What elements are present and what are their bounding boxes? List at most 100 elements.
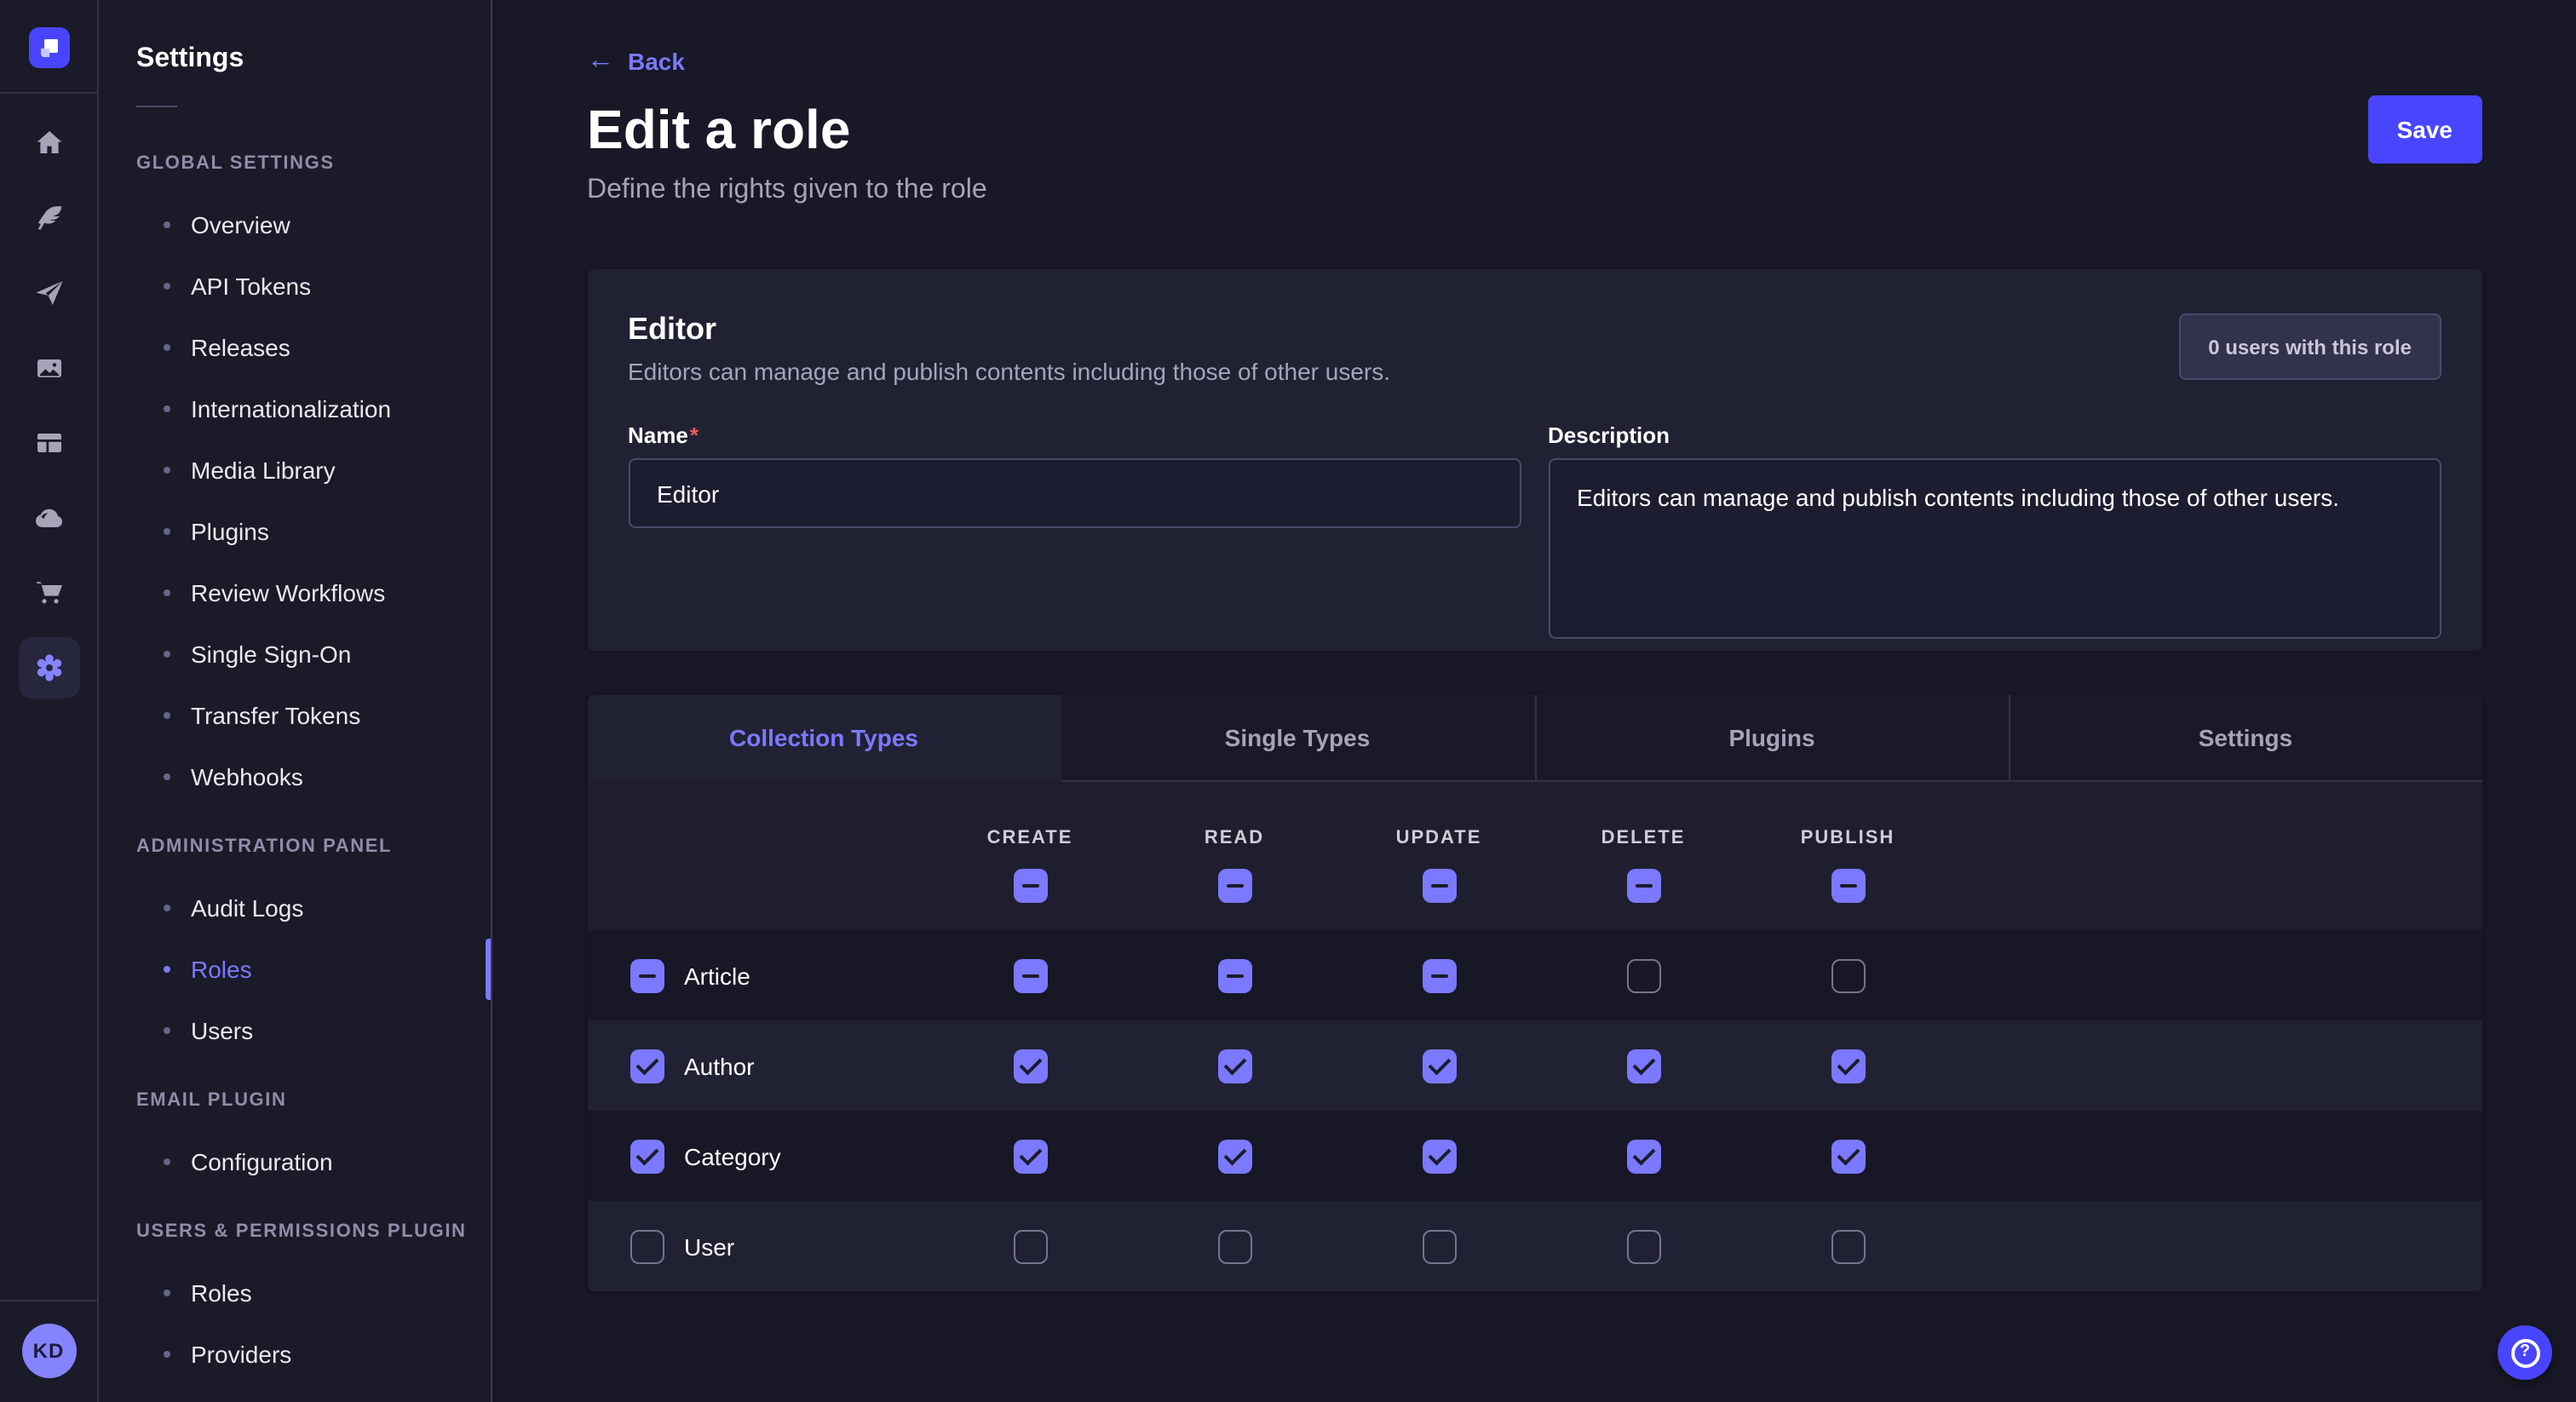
author-publish-checkbox[interactable] [1831, 1049, 1865, 1083]
author-create-checkbox[interactable] [1013, 1049, 1047, 1083]
avatar[interactable]: KD [21, 1324, 76, 1378]
home-icon [32, 126, 66, 160]
sidebar-item-configuration[interactable]: Configuration [136, 1131, 491, 1192]
user-update-checkbox[interactable] [1422, 1229, 1456, 1263]
bullet-icon [164, 773, 170, 780]
rail-item-layout[interactable] [18, 412, 79, 474]
tab-single-types[interactable]: Single Types [1061, 695, 1534, 782]
tab-plugins[interactable]: Plugins [1534, 695, 2008, 782]
bullet-icon [164, 344, 170, 351]
sidebar-section: ADMINISTRATION PANELAudit LogsRolesUsers [136, 816, 491, 1061]
help-button[interactable]: ? [2498, 1325, 2552, 1380]
tab-settings[interactable]: Settings [2008, 695, 2481, 782]
author-read-checkbox[interactable] [1217, 1049, 1251, 1083]
author-update-checkbox[interactable] [1422, 1049, 1456, 1083]
user-delete-checkbox[interactable] [1626, 1229, 1660, 1263]
icon-rail: KD [0, 0, 99, 1402]
sidebar-item-label: Internationalization [191, 395, 391, 422]
main-area: ← Back Edit a role Define the rights giv… [492, 0, 2576, 1402]
sidebar-item-media-library[interactable]: Media Library [136, 440, 491, 501]
sidebar-item-audit-logs[interactable]: Audit Logs [136, 877, 491, 939]
sidebar-section-label: USERS & PERMISSIONS PLUGIN [136, 1201, 491, 1262]
description-textarea[interactable]: Editors can manage and publish contents … [1548, 458, 2441, 639]
article-delete-checkbox[interactable] [1626, 958, 1660, 992]
article-publish-checkbox[interactable] [1831, 958, 1865, 992]
select-all-delete-checkbox[interactable] [1626, 868, 1660, 902]
back-link[interactable]: ← Back [587, 44, 685, 78]
select-row-author-checkbox[interactable] [630, 1049, 664, 1083]
select-all-update-checkbox[interactable] [1422, 868, 1456, 902]
column-header-create: CREATE [928, 786, 1132, 848]
name-input[interactable] [628, 458, 1521, 528]
user-read-checkbox[interactable] [1217, 1229, 1251, 1263]
article-create-checkbox[interactable] [1013, 958, 1047, 992]
select-all-publish-checkbox[interactable] [1831, 868, 1865, 902]
sidebar-item-overview[interactable]: Overview [136, 194, 491, 256]
sidebar-item-label: Media Library [191, 457, 336, 484]
app-window: KD Settings GLOBAL SETTINGSOverviewAPI T… [0, 0, 2576, 1402]
rail-item-cart[interactable] [18, 562, 79, 623]
select-all-read-checkbox[interactable] [1217, 868, 1251, 902]
select-all-create-checkbox[interactable] [1013, 868, 1047, 902]
rail-item-cloud[interactable] [18, 487, 79, 549]
author-delete-checkbox[interactable] [1626, 1049, 1660, 1083]
rail-divider [0, 92, 98, 94]
rail-item-home[interactable] [18, 112, 79, 174]
tab-collection-types[interactable]: Collection Types [587, 695, 1061, 782]
sidebar-item-users[interactable]: Users [136, 1000, 491, 1061]
sidebar-item-label: Transfer Tokens [191, 702, 360, 729]
bullet-icon [164, 589, 170, 596]
select-row-user-checkbox[interactable] [630, 1229, 664, 1263]
bullet-icon [164, 966, 170, 973]
sidebar-item-roles[interactable]: Roles [136, 1262, 491, 1324]
sidebar-item-review-workflows[interactable]: Review Workflows [136, 562, 491, 623]
user-publish-checkbox[interactable] [1831, 1229, 1865, 1263]
sidebar-item-transfer-tokens[interactable]: Transfer Tokens [136, 685, 491, 746]
gear-icon [32, 651, 66, 685]
sidebar-item-plugins[interactable]: Plugins [136, 501, 491, 562]
sidebar-title: Settings [136, 29, 491, 90]
sidebar-item-internationalization[interactable]: Internationalization [136, 378, 491, 440]
role-title: Editor [628, 310, 1390, 348]
sidebar-item-roles[interactable]: Roles [136, 939, 491, 1000]
row-label: Author [684, 1052, 755, 1079]
category-update-checkbox[interactable] [1422, 1139, 1456, 1173]
required-asterisk: * [690, 422, 699, 448]
back-label: Back [628, 44, 685, 78]
sidebar-item-providers[interactable]: Providers [136, 1324, 491, 1385]
rail-item-paper-plane[interactable] [18, 262, 79, 324]
sidebar-item-api-tokens[interactable]: API Tokens [136, 256, 491, 317]
users-with-role-button[interactable]: 0 users with this role [2179, 313, 2441, 380]
category-publish-checkbox[interactable] [1831, 1139, 1865, 1173]
layout-icon [32, 426, 66, 460]
article-update-checkbox[interactable] [1422, 958, 1456, 992]
permissions-tabs: Collection TypesSingle TypesPluginsSetti… [587, 695, 2481, 782]
bullet-icon [164, 712, 170, 719]
save-button[interactable]: Save [2368, 95, 2481, 164]
rail-item-feather[interactable] [18, 187, 79, 249]
category-delete-checkbox[interactable] [1626, 1139, 1660, 1173]
rail-item-media-images[interactable] [18, 337, 79, 399]
category-create-checkbox[interactable] [1013, 1139, 1047, 1173]
sidebar-item-label: Providers [191, 1341, 291, 1368]
name-label: Name* [628, 422, 1521, 450]
description-field-group: Description Editors can manage and publi… [1548, 422, 2441, 647]
article-read-checkbox[interactable] [1217, 958, 1251, 992]
sidebar-item-webhooks[interactable]: Webhooks [136, 746, 491, 807]
select-row-article-checkbox[interactable] [630, 958, 664, 992]
user-create-checkbox[interactable] [1013, 1229, 1047, 1263]
permissions-grid: CREATEREADUPDATEDELETEPUBLISH ArticleAut… [587, 782, 2481, 1291]
strapi-logo-icon[interactable] [28, 27, 69, 68]
sidebar-item-single-sign-on[interactable]: Single Sign-On [136, 623, 491, 685]
bullet-icon [164, 651, 170, 658]
question-mark-icon: ? [2510, 1338, 2539, 1367]
select-row-category-checkbox[interactable] [630, 1139, 664, 1173]
permission-row-author: Author [587, 1020, 2481, 1111]
category-read-checkbox[interactable] [1217, 1139, 1251, 1173]
page-title: Edit a role [587, 95, 987, 164]
column-header-update: UPDATE [1337, 786, 1541, 848]
cart-icon [32, 576, 66, 610]
rail-item-gear[interactable] [18, 637, 79, 698]
sidebar-item-releases[interactable]: Releases [136, 317, 491, 378]
sidebar-item-label: Roles [191, 1279, 252, 1307]
